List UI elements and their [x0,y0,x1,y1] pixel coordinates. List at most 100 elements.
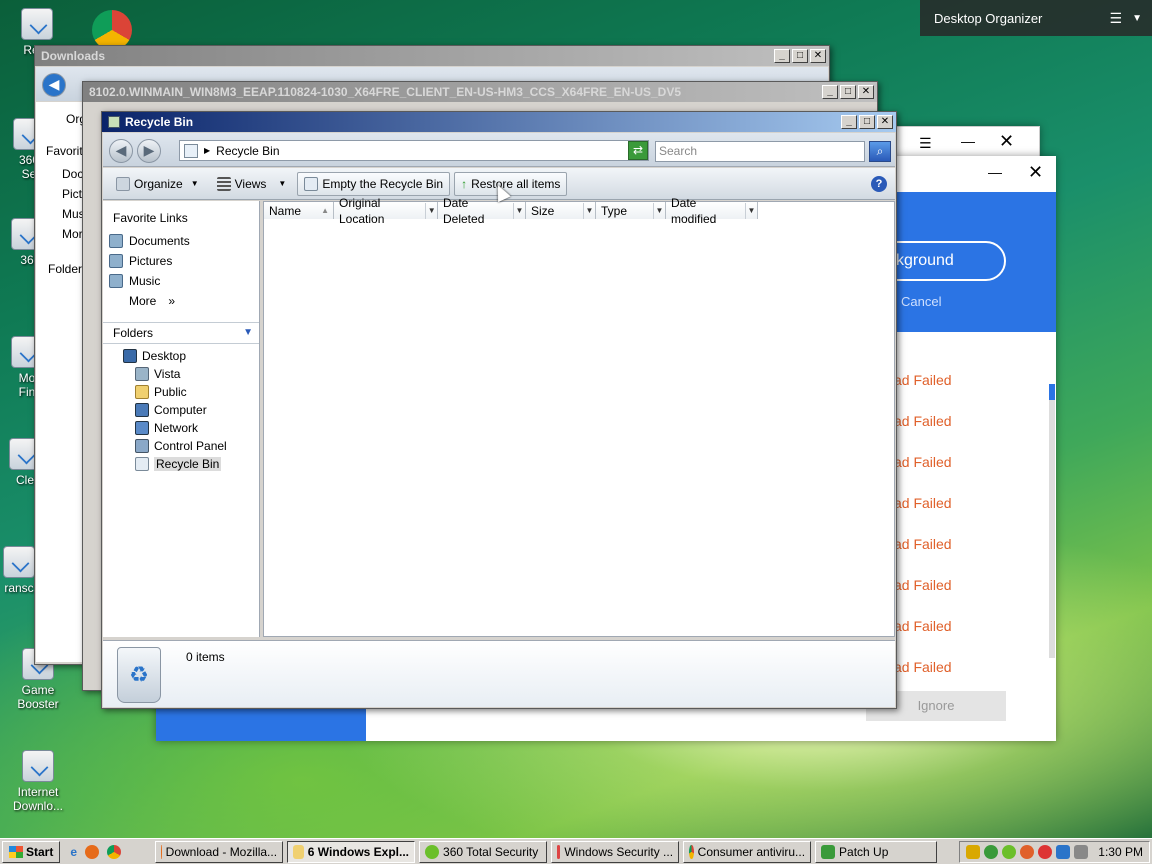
views-button[interactable]: Views ▼ [210,172,294,196]
column-header-original-location[interactable]: Original Location ▼ [334,196,438,226]
taskbar-item-label: 6 Windows Expl... [307,844,410,859]
breadcrumb-arrow-icon[interactable]: ▶ [204,146,210,155]
scrollbar-track[interactable] [1049,400,1055,658]
desktop-icon-label: Cle [15,473,34,487]
organize-label: Organize [134,176,183,191]
tree-item-computer[interactable]: Computer [103,401,259,419]
downloads-titlebar[interactable]: Downloads _ □ ✕ [35,46,829,66]
nav-item-documents[interactable]: Documents [103,231,259,251]
search-input[interactable]: Search [655,141,865,162]
scrollbar-thumb[interactable] [1049,384,1055,400]
taskbar-item-360[interactable]: 360 Total Security [419,840,548,863]
chevron-down-icon: ▼ [243,327,253,338]
taskbar-item-windows-security[interactable]: Windows Security ... [551,840,680,863]
close-button[interactable]: ✕ [810,49,826,63]
restore-all-items-button[interactable]: ↑ Restore all items [454,171,568,196]
network-tray-icon[interactable] [1056,844,1071,859]
minimize-button[interactable]: _ [841,115,857,129]
taskbar-item-explorer[interactable]: 6 Windows Expl... [287,840,416,863]
chevron-down-icon[interactable]: ▼ [513,202,525,219]
maximize-button[interactable]: □ [792,49,808,63]
nav-item-more[interactable]: More » [103,291,259,311]
back-button[interactable]: ◀ [42,73,66,97]
menu-icon[interactable]: ☰ [919,135,932,152]
stop-tray-icon[interactable] [1038,844,1053,859]
minimize-button[interactable]: _ [822,85,838,99]
desktop-icon-internet-download[interactable]: Internet Downlo... [3,750,73,813]
tree-item-label: Recycle Bin [154,457,222,471]
column-header-name[interactable]: Name ▲ [264,202,334,219]
column-header-size[interactable]: Size ▼ [526,202,596,219]
nav-item-label: Pictures [129,254,173,268]
taskbar-item-firefox[interactable]: Download - Mozilla... [155,840,284,863]
recycle-bin-titlebar[interactable]: Recycle Bin _ □ ✕ [102,112,896,132]
tree-item-recycle-bin[interactable]: Recycle Bin [103,455,259,473]
column-header-date-modified[interactable]: Date modified ▼ [666,196,758,226]
chrome-quicklaunch-icon[interactable] [107,844,122,859]
chevron-down-icon[interactable]: ▼ [653,202,665,219]
build-titlebar[interactable]: 8102.0.WINMAIN_WIN8M3_EEAP.110824-1030_X… [83,82,877,102]
nav-item-music[interactable]: Music [103,271,259,291]
chevron-down-icon[interactable]: ▼ [425,202,437,219]
firefox-quicklaunch-icon[interactable] [85,844,100,859]
tree-item-control-panel[interactable]: Control Panel [103,437,259,455]
ie-quicklaunch-icon[interactable]: e [70,845,77,859]
close-button[interactable]: ✕ [858,85,874,99]
desktop-icon-label: Game Booster [17,683,59,711]
empty-recycle-bin-button[interactable]: Empty the Recycle Bin [297,171,451,196]
cancel-link[interactable]: Cancel [901,294,941,309]
folders-header[interactable]: Folders ▼ [103,322,259,344]
360-tray-icon[interactable] [984,844,999,859]
chevron-down-icon[interactable]: ▼ [1132,13,1142,24]
menu-icon[interactable]: ☰ [1110,10,1123,27]
alert-tray-icon[interactable] [1020,844,1035,859]
chevron-down-icon[interactable]: ▼ [745,202,757,219]
back-button[interactable]: ◀ [109,139,133,163]
tree-item-public[interactable]: Public [103,383,259,401]
refresh-icon[interactable]: ⇄ [628,141,648,160]
recycle-bin-icon [21,8,53,40]
volume-tray-icon[interactable] [1074,844,1089,859]
help-icon[interactable]: ? [871,176,887,192]
nav-item-label: Music [129,274,161,288]
clock[interactable]: 1:30 PM [1098,845,1143,859]
column-header-type[interactable]: Type ▼ [596,202,666,219]
organize-button[interactable]: Organize ▼ [109,172,206,196]
desktop-organizer-bar[interactable]: Desktop Organizer ☰ ▼ [920,0,1152,36]
window-title: 8102.0.WINMAIN_WIN8M3_EEAP.110824-1030_X… [89,85,682,99]
close-button[interactable]: ✕ [877,115,893,129]
minimize-icon[interactable]: — [988,164,1002,180]
chevron-down-icon[interactable]: ▼ [583,202,595,219]
forward-button[interactable]: ▶ [137,139,161,163]
fail-list: ad Failed ad Failed ad Failed ad Failed … [894,366,1004,676]
double-chevron-icon: » [168,294,176,308]
maximize-button[interactable]: □ [840,85,856,99]
file-list[interactable]: Name ▲ Original Location ▼ Date Deleted … [263,196,895,637]
fail-item: ad Failed [894,659,952,675]
patch-icon [821,844,836,859]
nav-item-pictures[interactable]: Pictures [103,251,259,271]
tree-item-vista[interactable]: Vista [103,365,259,383]
chrome-desktop-icon[interactable] [92,10,132,50]
firefox-icon [161,844,162,859]
minimize-button[interactable]: _ [774,49,790,63]
close-icon[interactable]: ✕ [999,131,1014,152]
tree-item-network[interactable]: Network [103,419,259,437]
minimize-icon[interactable]: — [961,133,975,149]
security-tray-icon[interactable] [966,844,981,859]
taskbar-item-chrome[interactable]: Consumer antiviru... [683,840,812,863]
tree-item-desktop[interactable]: Desktop [103,347,259,365]
taskbar-item-patch-up[interactable]: Patch Up [815,840,938,863]
start-button[interactable]: Start [2,840,61,863]
maximize-button[interactable]: □ [859,115,875,129]
window-title: Recycle Bin [125,115,194,129]
details-pane: ♻ 0 items [103,640,895,707]
close-icon[interactable]: ✕ [1028,162,1043,183]
search-icon[interactable]: ⌕ [869,141,891,162]
breadcrumb[interactable]: Recycle Bin [216,144,279,158]
update-tray-icon[interactable] [1002,844,1017,859]
column-header-date-deleted[interactable]: Date Deleted ▼ [438,196,526,226]
partial-label: Mor [62,227,83,241]
address-field[interactable]: ▶ Recycle Bin ▼ [179,140,649,161]
views-icon [216,176,231,191]
